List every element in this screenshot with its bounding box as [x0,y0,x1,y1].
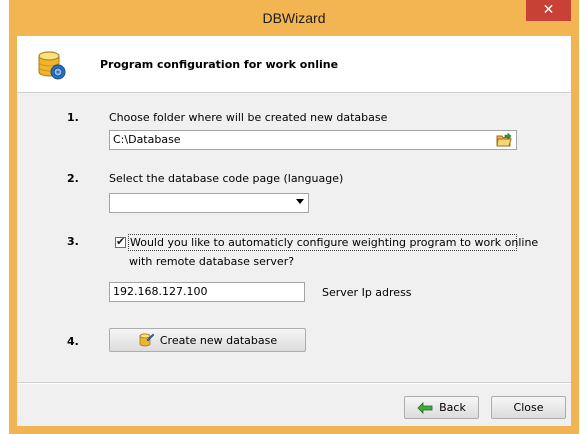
close-label: Close [513,401,544,414]
wizard-header: Program configuration for work online [17,36,571,93]
database-folder-value: C:\Database [113,133,181,146]
auto-configure-label-line2: with remote database server? [129,255,295,268]
dialog-client-area: Program configuration for work online 1.… [17,36,571,426]
server-ip-value: 192.168.127.100 [113,285,208,298]
auto-configure-label-focus[interactable]: Would you like to automaticly configure … [128,234,538,251]
open-folder-icon[interactable] [496,133,512,147]
create-database-label: Create new database [159,333,278,347]
create-database-icon [139,333,154,347]
dbwizard-window: DBWizard ✕ Program configuration for wor… [9,0,579,434]
server-ip-label: Server Ip adress [322,286,412,299]
title-bar[interactable]: DBWizard ✕ [9,0,579,36]
server-ip-input[interactable]: 192.168.127.100 [109,282,305,302]
checkmark-icon: ✔ [116,235,126,248]
create-database-button[interactable]: Create new database [109,328,306,352]
back-arrow-icon [417,401,433,414]
step-2-number: 2. [67,172,79,185]
codepage-select[interactable] [109,193,309,213]
auto-configure-label-line1: Would you like to automaticly configure … [130,236,539,249]
back-label: Back [439,401,466,414]
footer-divider-highlight [17,383,571,384]
chevron-down-icon [296,199,304,204]
database-gear-icon [38,51,66,80]
step-3-number: 3. [67,235,79,248]
step-4-number: 4. [67,335,79,348]
header-title: Program configuration for work online [100,58,339,71]
step-1-label: Choose folder where will be created new … [109,111,388,124]
step-2-label: Select the database code page (language) [109,172,344,185]
database-folder-input[interactable]: C:\Database [109,130,517,150]
window-close-button[interactable]: ✕ [526,0,571,21]
close-icon: ✕ [542,2,555,18]
auto-configure-checkbox[interactable]: ✔ [115,235,126,248]
back-button[interactable]: Back [404,396,479,419]
close-button[interactable]: Close [491,396,566,419]
screen: { "window": { "title": "DBWizard", "clos… [0,0,587,434]
step-1-number: 1. [67,111,79,124]
window-title: DBWizard [262,10,326,26]
